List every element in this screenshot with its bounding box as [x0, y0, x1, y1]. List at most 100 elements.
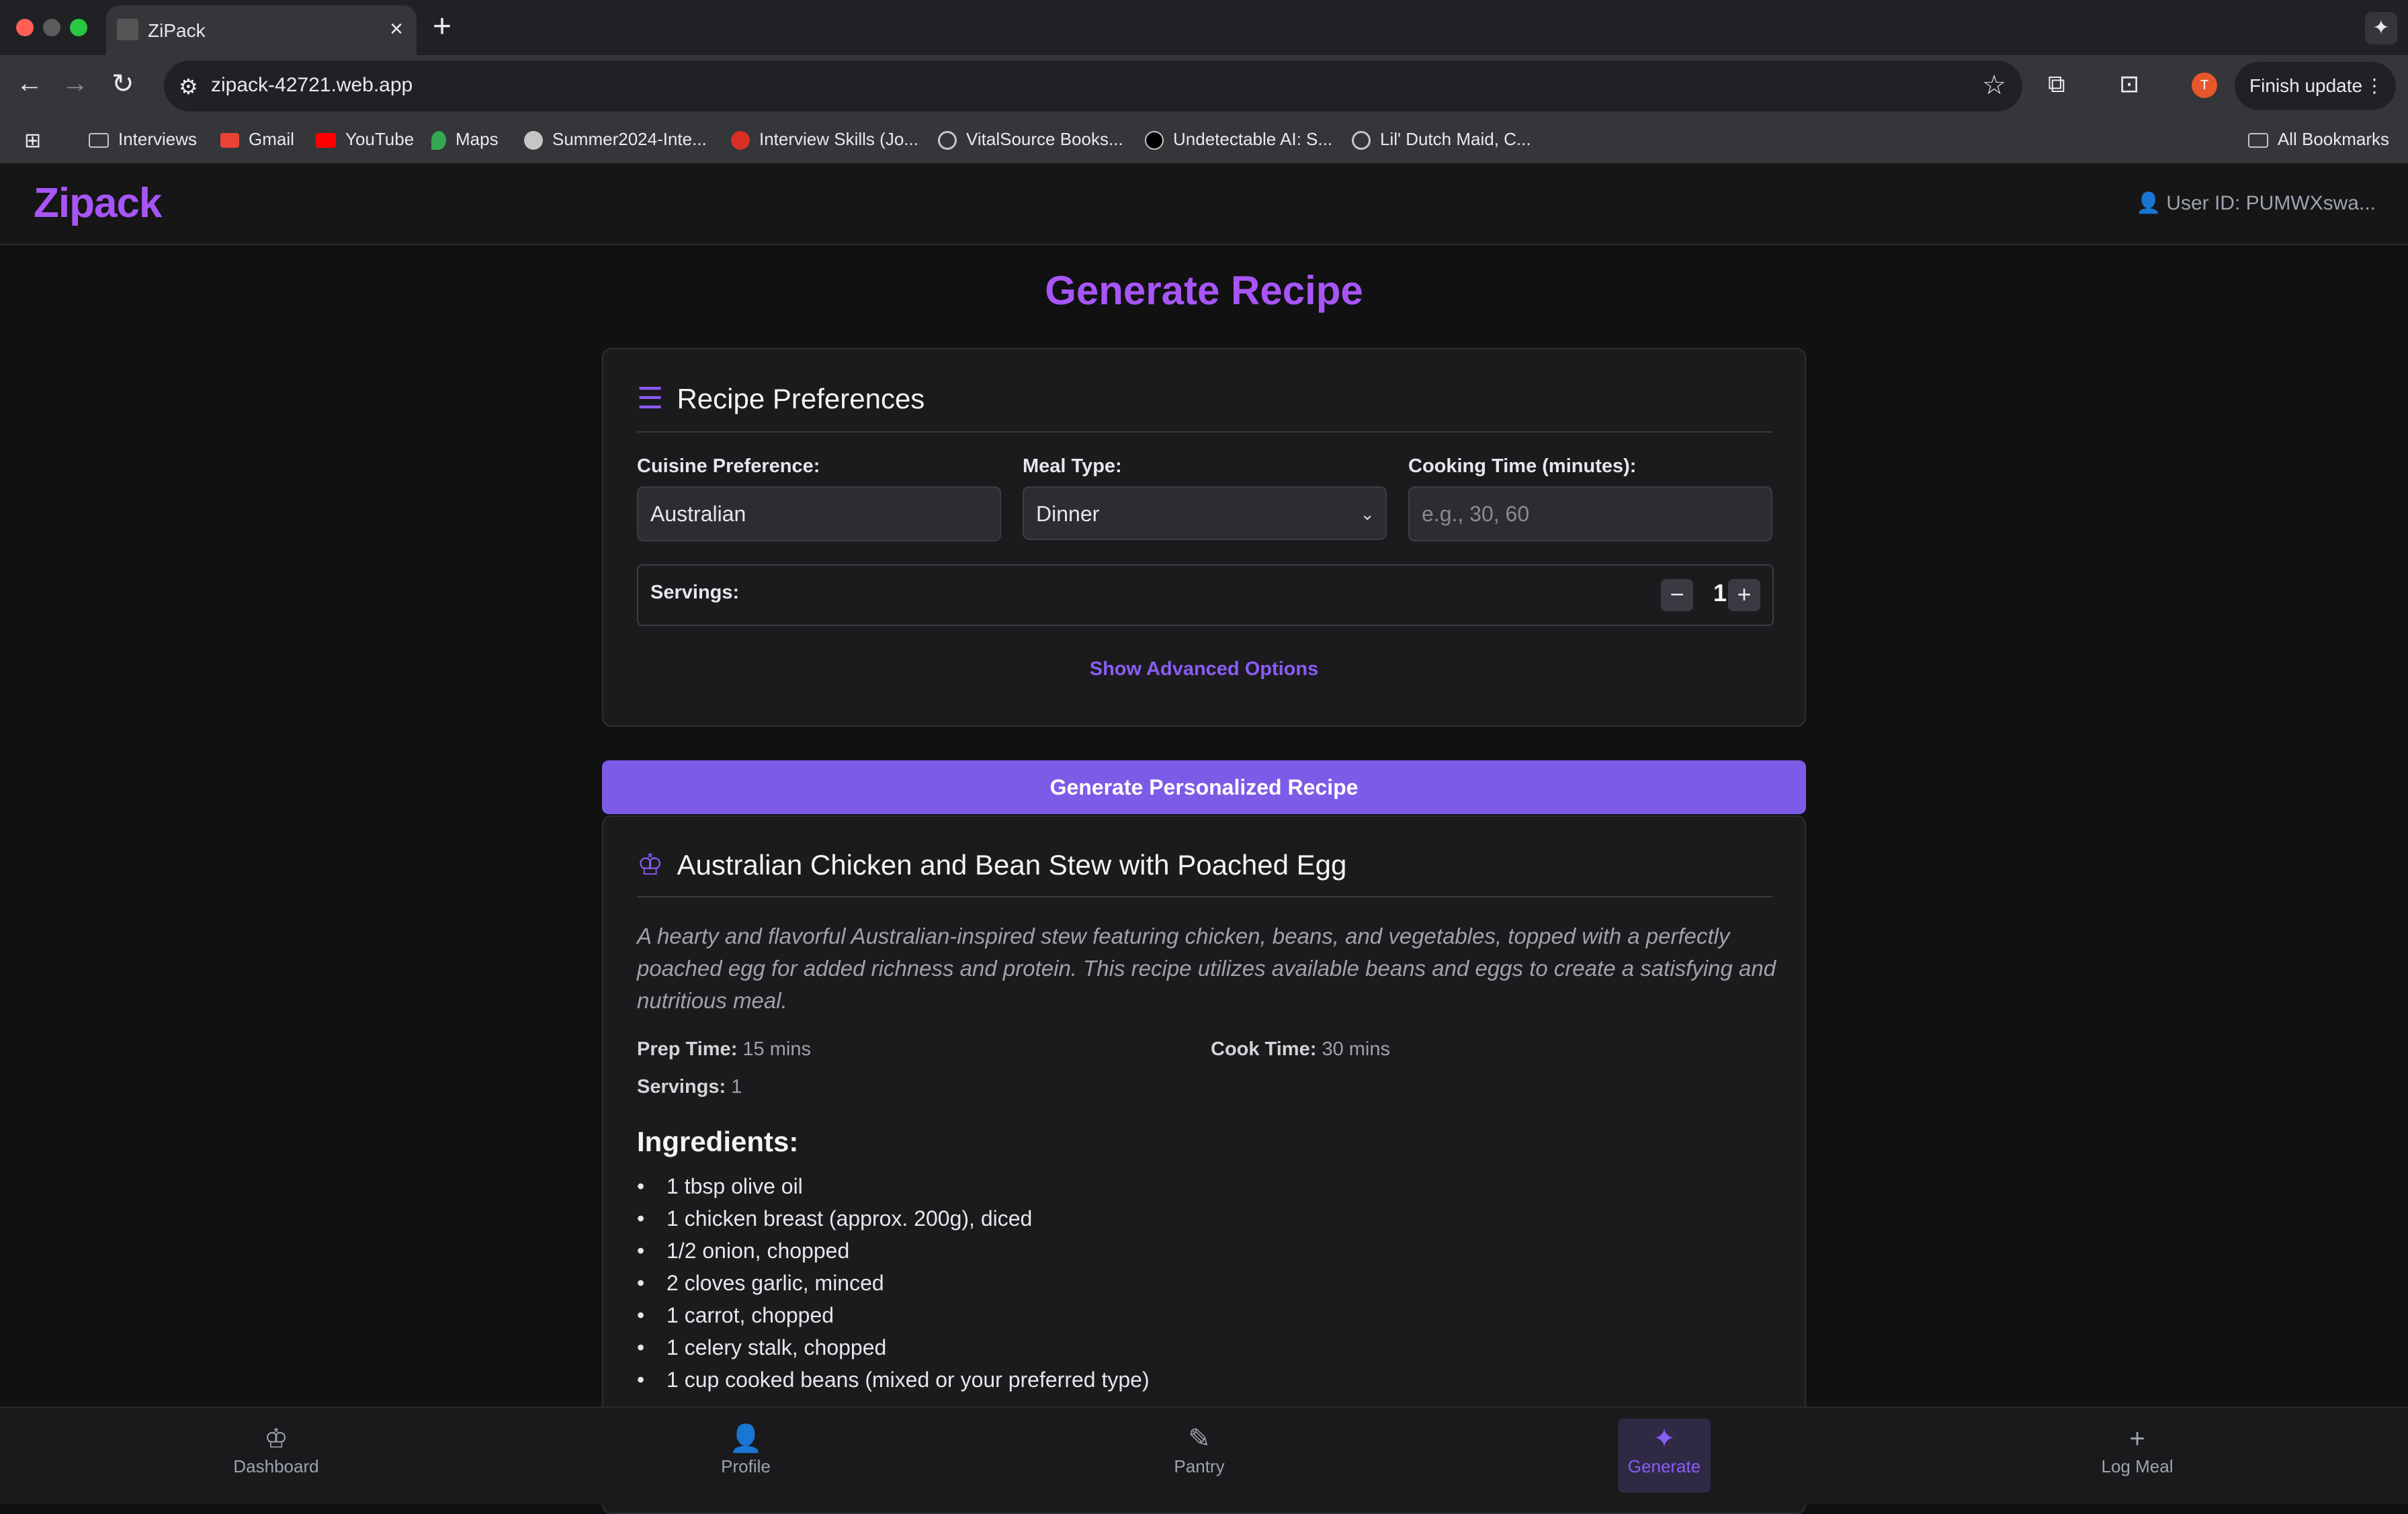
nav-label: Dashboard	[233, 1456, 319, 1476]
all-bookmarks-button[interactable]: All Bookmarks	[2247, 129, 2389, 150]
apps-icon[interactable]: ⊞	[24, 129, 41, 152]
cuisine-input[interactable]: Australian	[637, 486, 1001, 541]
gemini-spark-icon[interactable]: ✦	[2365, 12, 2397, 44]
profile-avatar[interactable]: T	[2192, 73, 2217, 98]
youtube-icon	[316, 133, 336, 148]
nav-pantry[interactable]: ✎ Pantry	[1153, 1419, 1246, 1493]
user-icon: 👤	[2135, 192, 2161, 214]
bookmark-label: Maps	[456, 129, 499, 149]
sliders-icon: ☰	[637, 382, 664, 415]
bookmark-interview-skills[interactable]: Interview Skills (Jo...	[731, 129, 918, 150]
nav-profile[interactable]: 👤 Profile	[699, 1419, 792, 1493]
bookmark-label: Interview Skills (Jo...	[759, 129, 918, 149]
preferences-title: Recipe Preferences	[677, 383, 925, 414]
nav-label: Profile	[721, 1456, 771, 1476]
list-item: 1 carrot, chopped	[637, 1299, 1779, 1331]
generate-recipe-button[interactable]: Generate Personalized Recipe	[602, 760, 1806, 814]
bookmark-label: Lil' Dutch Maid, C...	[1380, 129, 1531, 149]
reload-button[interactable]: ↻	[112, 69, 134, 99]
tab-title: ZiPack	[148, 20, 206, 41]
bookmark-label: Gmail	[249, 129, 294, 149]
nav-label: Log Meal	[2101, 1456, 2174, 1476]
forward-button[interactable]: →	[62, 69, 89, 99]
close-window-button[interactable]	[16, 19, 34, 36]
chef-hat-icon: ♔	[637, 848, 664, 881]
servings-stepper: Servings: − 1 +	[637, 564, 1774, 626]
nav-label: Pantry	[1174, 1456, 1225, 1476]
bookmark-label: YouTube	[345, 129, 415, 149]
page-title: Generate Recipe	[1045, 268, 1363, 313]
cuisine-label: Cuisine Preference:	[637, 455, 820, 477]
sparkles-icon: ✦	[1653, 1424, 1676, 1454]
list-item: 2 cloves garlic, minced	[637, 1267, 1779, 1299]
bookmark-vitalsource[interactable]: VitalSource Books...	[938, 129, 1123, 150]
bookmark-summer2024[interactable]: Summer2024-Inte...	[524, 129, 707, 150]
bookmark-star-icon[interactable]: ☆	[1982, 70, 2006, 101]
tab-search-icon[interactable]: ⊡	[2119, 70, 2139, 98]
divider	[637, 896, 1772, 897]
all-bookmarks-label: All Bookmarks	[2277, 129, 2389, 149]
recipe-title: Australian Chicken and Bean Stew with Po…	[677, 849, 1347, 881]
decrease-servings-button[interactable]: −	[1661, 579, 1693, 611]
extensions-icon[interactable]: ⧉	[2048, 70, 2065, 99]
site-favicon-icon	[1145, 131, 1164, 150]
list-item: 1/2 onion, chopped	[637, 1235, 1779, 1267]
address-bar[interactable]: ⚙ zipack-42721.web.app ☆	[164, 60, 2022, 112]
list-item: 1 celery stalk, chopped	[637, 1331, 1779, 1364]
nav-generate[interactable]: ✦ Generate	[1618, 1419, 1711, 1493]
bookmark-label: VitalSource Books...	[966, 129, 1123, 149]
bookmark-label: Summer2024-Inte...	[552, 129, 707, 149]
cooking-time-input[interactable]: e.g., 30, 60	[1408, 486, 1772, 541]
bookmark-lil-dutch-maid[interactable]: Lil' Dutch Maid, C...	[1352, 129, 1531, 150]
bookmark-maps[interactable]: Maps	[431, 129, 499, 150]
meal-type-label: Meal Type:	[1023, 455, 1122, 477]
bookmark-interviews[interactable]: Interviews	[89, 129, 197, 150]
bookmark-youtube[interactable]: YouTube	[316, 129, 414, 150]
list-item: 1 tbsp olive oil	[637, 1170, 1779, 1202]
preferences-header: ☰ Recipe Preferences	[637, 382, 924, 416]
gmail-icon	[220, 133, 239, 148]
nav-log-meal[interactable]: + Log Meal	[2091, 1419, 2184, 1493]
plus-icon: +	[2129, 1424, 2145, 1454]
nav-dashboard[interactable]: ♔ Dashboard	[230, 1419, 322, 1493]
bookmark-undetectable-ai[interactable]: Undetectable AI: S...	[1145, 129, 1332, 150]
cook-time-label: Cook Time:	[1211, 1038, 1317, 1060]
nav-label: Generate	[1627, 1456, 1701, 1476]
tab-favicon-icon	[117, 19, 138, 40]
browser-tab[interactable]: ZiPack ×	[106, 5, 417, 55]
recipe-servings-value: 1	[731, 1076, 742, 1098]
user-icon: 👤	[729, 1424, 763, 1454]
recipe-servings-label: Servings:	[637, 1076, 726, 1098]
folder-icon	[2247, 133, 2268, 148]
finish-update-button[interactable]: Finish update ⋮	[2235, 62, 2396, 110]
browser-chrome: ZiPack × + ✦ ← → ↻ ⚙ zipack-42721.web.ap…	[0, 0, 2408, 163]
bookmark-gmail[interactable]: Gmail	[220, 129, 294, 150]
maps-icon	[431, 131, 446, 150]
brand-logo[interactable]: Zipack	[34, 179, 162, 227]
meal-type-value: Dinner	[1036, 502, 1100, 526]
show-advanced-options-link[interactable]: Show Advanced Options	[603, 658, 1805, 680]
more-options-icon[interactable]: ⋮	[2365, 62, 2384, 110]
finish-update-label: Finish update	[2249, 75, 2363, 96]
recipe-servings: Servings: 1	[637, 1076, 742, 1098]
app-header: Zipack 👤 User ID: PUMWXswa...	[0, 163, 2408, 245]
list-item: 1 chicken breast (approx. 200g), diced	[637, 1202, 1779, 1235]
site-info-icon[interactable]: ⚙	[179, 74, 198, 99]
bookmarks-bar: ⊞ Interviews Gmail YouTube Maps Summer20…	[0, 120, 2408, 163]
tab-close-icon[interactable]: ×	[390, 16, 403, 42]
bookmark-label: Interviews	[118, 129, 198, 149]
carrot-icon: ✎	[1188, 1424, 1211, 1454]
new-tab-button[interactable]: +	[433, 8, 452, 45]
site-favicon-icon	[731, 131, 750, 150]
minimize-window-button[interactable]	[43, 19, 60, 36]
bottom-navigation: ♔ Dashboard 👤 Profile ✎ Pantry ✦ Generat…	[0, 1407, 2408, 1505]
folder-icon	[89, 133, 109, 148]
servings-value: 1	[1713, 579, 1727, 607]
maximize-window-button[interactable]	[70, 19, 87, 36]
back-button[interactable]: ←	[16, 69, 43, 99]
increase-servings-button[interactable]: +	[1728, 579, 1760, 611]
prep-time: Prep Time: 15 mins	[637, 1038, 811, 1061]
url-text[interactable]: zipack-42721.web.app	[211, 74, 413, 97]
meal-type-select[interactable]: Dinner ⌄	[1023, 486, 1387, 540]
globe-icon	[1352, 131, 1371, 150]
